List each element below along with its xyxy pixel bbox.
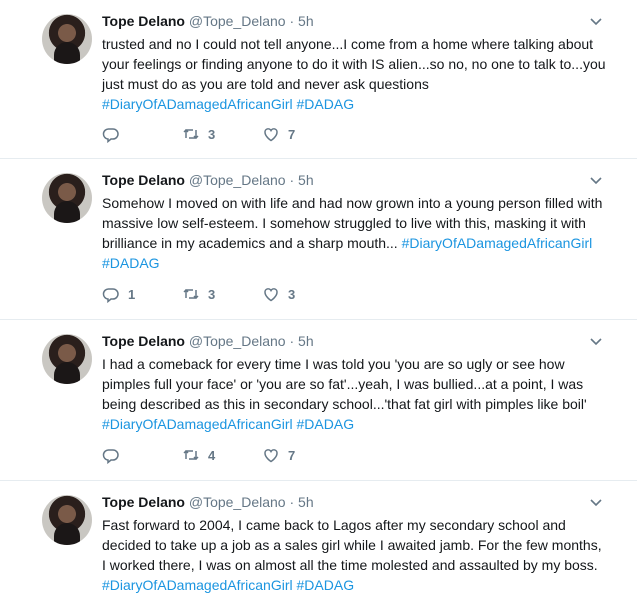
reply-count: 1 [128, 286, 136, 302]
tweet-header: Tope Delano @Tope_Delano · 5h [102, 493, 314, 511]
hashtags[interactable]: #DiaryOfADamagedAfricanGirl #DADAG [102, 416, 354, 432]
author-handle[interactable]: @Tope_Delano [189, 13, 286, 29]
author-name[interactable]: Tope Delano [102, 172, 185, 188]
like-icon [264, 288, 278, 302]
tweet-body: trusted and no I could not tell anyone..… [102, 36, 606, 92]
separator-dot: · [289, 172, 295, 188]
like-button[interactable]: 3 [262, 285, 342, 303]
retweet-count: 3 [208, 286, 216, 302]
author-handle[interactable]: @Tope_Delano [189, 333, 286, 349]
retweet-button[interactable]: 3 [182, 125, 262, 143]
tweet-header: Tope Delano @Tope_Delano · 5h [102, 171, 314, 189]
reply-button[interactable]: 1 [102, 285, 182, 303]
timestamp[interactable]: 5h [298, 333, 314, 349]
like-count: 7 [288, 447, 296, 463]
tweet-actions: 1 3 3 [102, 285, 342, 303]
tweet-body: Fast forward to 2004, I came back to Lag… [102, 517, 602, 573]
retweet-button[interactable]: 3 [182, 285, 262, 303]
tweet-text: trusted and no I could not tell anyone..… [102, 34, 607, 114]
retweet-icon [183, 288, 199, 300]
chevron-down-icon[interactable] [589, 173, 603, 187]
tweet[interactable]: Tope Delano @Tope_Delano · 5h I had a co… [0, 320, 637, 481]
separator-dot: · [289, 494, 295, 510]
separator-dot: · [289, 13, 295, 29]
tweet[interactable]: Tope Delano @Tope_Delano · 5h trusted an… [0, 0, 637, 159]
tweet[interactable]: Tope Delano @Tope_Delano · 5h Fast forwa… [0, 481, 637, 599]
avatar[interactable] [42, 334, 92, 384]
like-button[interactable]: 7 [262, 446, 342, 464]
chevron-down-icon[interactable] [589, 334, 603, 348]
retweet-button[interactable]: 4 [182, 446, 262, 464]
like-count: 3 [288, 286, 296, 302]
chevron-down-icon[interactable] [589, 495, 603, 509]
retweet-icon [183, 449, 199, 461]
tweet-actions: 3 7 [102, 125, 342, 143]
reply-button[interactable] [102, 446, 182, 464]
author-name[interactable]: Tope Delano [102, 494, 185, 510]
author-name[interactable]: Tope Delano [102, 333, 185, 349]
retweet-count: 4 [208, 447, 216, 463]
retweet-icon [183, 128, 199, 140]
timestamp[interactable]: 5h [298, 13, 314, 29]
tweet-body: I had a comeback for every time I was to… [102, 356, 587, 412]
reply-icon [102, 128, 119, 143]
tweet-header: Tope Delano @Tope_Delano · 5h [102, 332, 314, 350]
chevron-down-icon[interactable] [589, 14, 603, 28]
separator-dot: · [289, 333, 295, 349]
author-handle[interactable]: @Tope_Delano [189, 494, 286, 510]
avatar[interactable] [42, 14, 92, 64]
tweet-header: Tope Delano @Tope_Delano · 5h [102, 12, 314, 30]
tweet-text: Somehow I moved on with life and had now… [102, 193, 607, 273]
author-name[interactable]: Tope Delano [102, 13, 185, 29]
like-count: 7 [288, 126, 296, 142]
like-icon [264, 449, 278, 463]
avatar[interactable] [42, 495, 92, 545]
tweet-actions: 4 7 [102, 446, 342, 464]
like-button[interactable]: 7 [262, 125, 342, 143]
hashtags[interactable]: #DiaryOfADamagedAfricanGirl #DADAG [102, 96, 354, 112]
author-handle[interactable]: @Tope_Delano [189, 172, 286, 188]
avatar[interactable] [42, 173, 92, 223]
reply-icon [102, 449, 119, 464]
hashtags[interactable]: #DiaryOfADamagedAfricanGirl #DADAG [102, 577, 354, 593]
like-icon [264, 128, 278, 142]
tweet-text: I had a comeback for every time I was to… [102, 354, 607, 434]
retweet-count: 3 [208, 126, 216, 142]
reply-icon [102, 288, 119, 303]
tweet[interactable]: Tope Delano @Tope_Delano · 5h Somehow I … [0, 159, 637, 320]
tweet-feed: Tope Delano @Tope_Delano · 5h trusted an… [0, 0, 637, 599]
reply-button[interactable] [102, 125, 182, 143]
timestamp[interactable]: 5h [298, 494, 314, 510]
tweet-text: Fast forward to 2004, I came back to Lag… [102, 515, 607, 595]
timestamp[interactable]: 5h [298, 172, 314, 188]
